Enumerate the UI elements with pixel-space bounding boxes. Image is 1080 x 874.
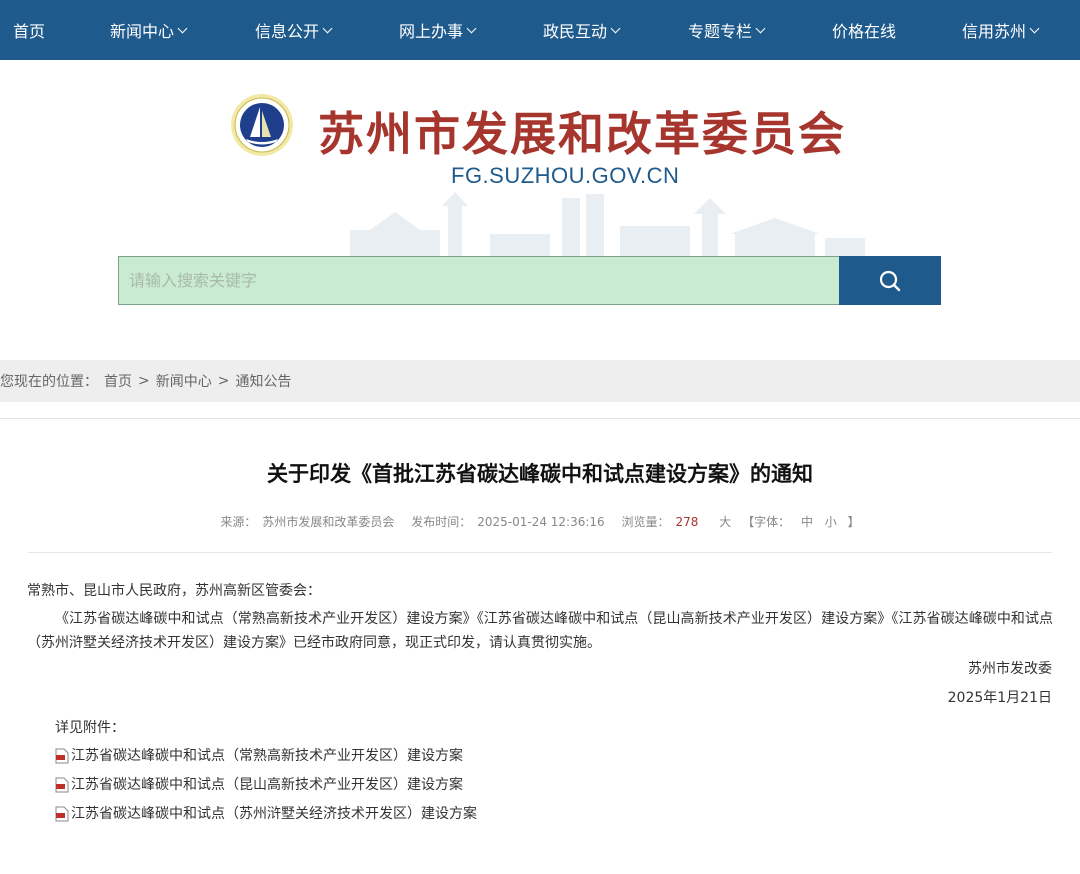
- attachment-link[interactable]: 江苏省碳达峰碳中和试点（常熟高新技术产业开发区）建设方案: [55, 744, 463, 768]
- chevron-down-icon: [177, 23, 188, 33]
- city-skyline-decoration: [350, 192, 865, 260]
- meta-views-count: 278: [675, 515, 699, 529]
- search-input[interactable]: [119, 257, 839, 304]
- nav-item-label: 信息公开: [255, 22, 320, 41]
- attachment-link[interactable]: 江苏省碳达峰碳中和试点（苏州浒墅关经济技术开发区）建设方案: [55, 802, 477, 826]
- article-meta: 来源： 苏州市发展和改革委员会 发布时间： 2025-01-24 12:36:16 …: [0, 513, 1080, 530]
- nav-item-home[interactable]: 首页: [13, 0, 45, 60]
- nav-item-label: 政民互动: [543, 22, 608, 41]
- font-size-small-button[interactable]: 小: [825, 515, 837, 529]
- font-size-large-button[interactable]: 大: [719, 515, 731, 529]
- breadcrumb-separator: >: [138, 373, 150, 389]
- search-box: [118, 256, 840, 305]
- meta-source-label: 来源：: [220, 515, 257, 529]
- site-title: 苏州市发展和改革委员会: [318, 107, 846, 161]
- pdf-file-icon: [55, 806, 69, 822]
- nav-item-label: 网上办事: [399, 22, 464, 41]
- site-domain: FG.SUZHOU.GOV.CN: [451, 163, 680, 188]
- emblem-logo-icon[interactable]: [230, 93, 294, 157]
- chevron-down-icon: [322, 23, 333, 33]
- pdf-file-icon: [55, 748, 69, 764]
- top-navigation: 首页 新闻中心 信息公开 网上办事 政民互动 专题专栏 价格在线 信用苏州: [0, 0, 1080, 60]
- nav-item-label: 价格在线: [832, 22, 897, 41]
- search-button[interactable]: [839, 256, 941, 305]
- chevron-down-icon: [610, 23, 621, 33]
- nav-item-label: 信用苏州: [962, 22, 1027, 41]
- attachment-link[interactable]: 江苏省碳达峰碳中和试点（昆山高新技术产业开发区）建设方案: [55, 773, 463, 797]
- meta-views-label: 浏览量：: [621, 515, 670, 529]
- nav-item-interaction[interactable]: 政民互动: [543, 0, 621, 60]
- font-size-label: 【字体：: [742, 515, 791, 529]
- font-size-bracket: 】: [847, 515, 860, 529]
- chevron-down-icon: [1029, 23, 1040, 33]
- article-salutation: 常熟市、昆山市人民政府，苏州高新区管委会：: [27, 583, 321, 599]
- pdf-file-icon: [55, 777, 69, 793]
- chevron-down-icon: [755, 23, 766, 33]
- nav-item-label: 首页: [13, 22, 46, 41]
- nav-item-label: 专题专栏: [688, 22, 753, 41]
- divider: [28, 552, 1052, 553]
- nav-item-online-services[interactable]: 网上办事: [399, 0, 477, 60]
- breadcrumb-item-news[interactable]: 新闻中心: [156, 371, 212, 391]
- nav-item-label: 新闻中心: [110, 22, 175, 41]
- chevron-down-icon: [466, 23, 477, 33]
- attachment-title: 江苏省碳达峰碳中和试点（常熟高新技术产业开发区）建设方案: [71, 748, 463, 764]
- article-signature: 苏州市发改委: [968, 661, 1052, 677]
- attachments-label: 详见附件：: [55, 720, 125, 736]
- meta-time: 2025-01-24 12:36:16: [477, 515, 605, 529]
- article-date: 2025年1月21日: [947, 690, 1052, 706]
- font-size-medium-button[interactable]: 中: [801, 515, 813, 529]
- attachment-title: 江苏省碳达峰碳中和试点（昆山高新技术产业开发区）建设方案: [71, 777, 463, 793]
- nav-item-disclosure[interactable]: 信息公开: [255, 0, 333, 60]
- breadcrumb: 您现在的位置： 首页 > 新闻中心 > 通知公告: [0, 360, 1080, 402]
- attachment-title: 江苏省碳达峰碳中和试点（苏州浒墅关经济技术开发区）建设方案: [71, 806, 477, 822]
- article-title: 关于印发《首批江苏省碳达峰碳中和试点建设方案》的通知: [267, 462, 813, 486]
- breadcrumb-item-home[interactable]: 首页: [104, 371, 132, 391]
- search-icon: [879, 270, 901, 291]
- article-paragraph: 《江苏省碳达峰碳中和试点（常熟高新技术产业开发区）建设方案》《江苏省碳达峰碳中和…: [27, 611, 1053, 651]
- breadcrumb-item-notices[interactable]: 通知公告: [235, 371, 291, 391]
- nav-item-topics[interactable]: 专题专栏: [688, 0, 766, 60]
- divider: [0, 418, 1080, 419]
- nav-item-credit[interactable]: 信用苏州: [962, 0, 1040, 60]
- meta-source: 苏州市发展和改革委员会: [262, 515, 395, 529]
- nav-item-prices[interactable]: 价格在线: [832, 0, 896, 60]
- breadcrumb-prefix: 您现在的位置：: [0, 374, 98, 390]
- meta-time-label: 发布时间：: [411, 515, 472, 529]
- breadcrumb-separator: >: [217, 373, 230, 389]
- nav-item-news[interactable]: 新闻中心: [110, 0, 188, 60]
